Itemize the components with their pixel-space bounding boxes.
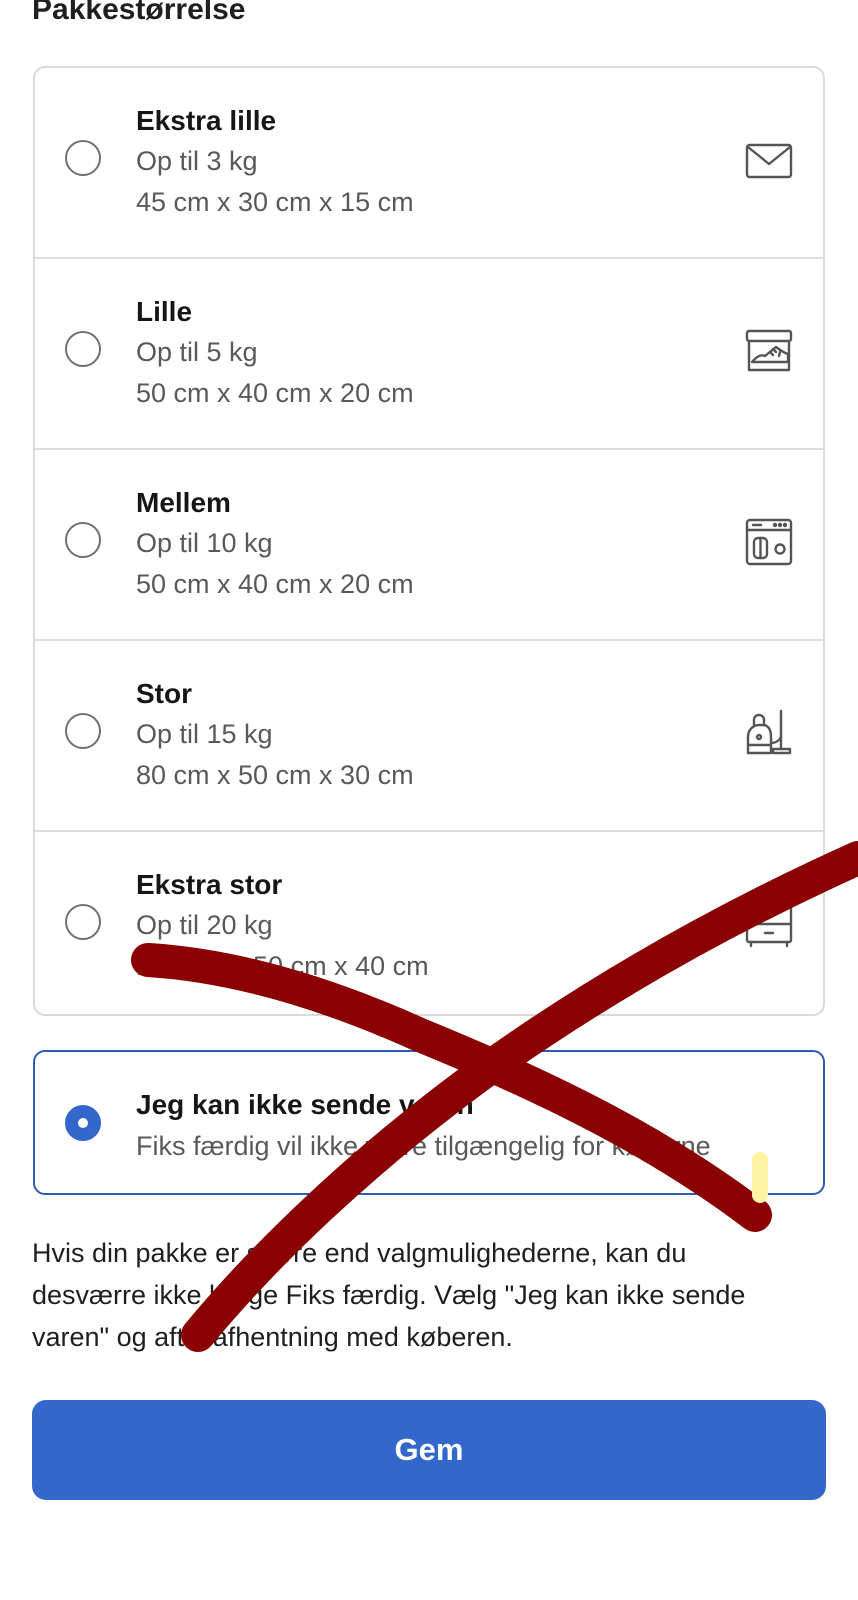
radio-cannot-send-selected[interactable] (65, 1105, 101, 1141)
option-title: Stor (136, 678, 192, 709)
option-cannot-send[interactable]: Jeg kan ikke sende varen Fiks færdig vil… (33, 1050, 825, 1195)
info-text: Hvis din pakke er større end valgmulighe… (32, 1238, 746, 1352)
package-size-options: Ekstra lille Op til 3 kg 45 cm x 30 cm x… (33, 66, 825, 1016)
option-small[interactable]: Lille Op til 5 kg 50 cm x 40 cm x 20 cm (35, 259, 823, 450)
envelope-icon (743, 134, 795, 186)
option-weight: Op til 10 kg (136, 528, 273, 558)
option-title: Mellem (136, 487, 231, 518)
option-title: Lille (136, 296, 193, 327)
radio-medium[interactable] (65, 522, 101, 558)
option-title: Ekstra stor (136, 869, 283, 900)
option-extra-large[interactable]: Ekstra stor Op til 20 kg 100 cm x 50 cm … (35, 832, 823, 1014)
option-weight: Op til 15 kg (136, 719, 273, 749)
option-dimensions: 45 cm x 30 cm x 15 cm (136, 187, 414, 217)
shoebox-icon (743, 325, 795, 377)
option-description: Fiks færdig vil ikke være tilgængelig fo… (136, 1131, 711, 1161)
radio-small[interactable] (65, 331, 101, 367)
option-weight: Op til 5 kg (136, 337, 258, 367)
radio-extra-large[interactable] (65, 904, 101, 940)
save-button[interactable]: Gem (32, 1400, 826, 1500)
appliance-icon (743, 516, 795, 568)
vacuum-cleaner-icon (743, 707, 795, 759)
option-medium[interactable]: Mellem Op til 10 kg 50 cm x 40 cm x 20 c… (35, 450, 823, 641)
option-dimensions: 50 cm x 40 cm x 20 cm (136, 569, 414, 599)
option-dimensions: 100 cm x 50 cm x 40 cm (136, 951, 429, 981)
option-title: Jeg kan ikke sende varen (136, 1089, 474, 1120)
option-dimensions: 50 cm x 40 cm x 20 cm (136, 378, 414, 408)
drawer-icon (743, 898, 795, 950)
option-weight: Op til 3 kg (136, 146, 258, 176)
radio-large[interactable] (65, 713, 101, 749)
option-large[interactable]: Stor Op til 15 kg 80 cm x 50 cm x 30 cm (35, 641, 823, 832)
radio-extra-small[interactable] (65, 140, 101, 176)
page-title: Pakkestørrelse (32, 0, 246, 26)
option-extra-small[interactable]: Ekstra lille Op til 3 kg 45 cm x 30 cm x… (35, 68, 823, 259)
option-weight: Op til 20 kg (136, 910, 273, 940)
radio-selected-dot (72, 1112, 94, 1134)
option-title: Ekstra lille (136, 105, 277, 136)
option-dimensions: 80 cm x 50 cm x 30 cm (136, 760, 414, 790)
